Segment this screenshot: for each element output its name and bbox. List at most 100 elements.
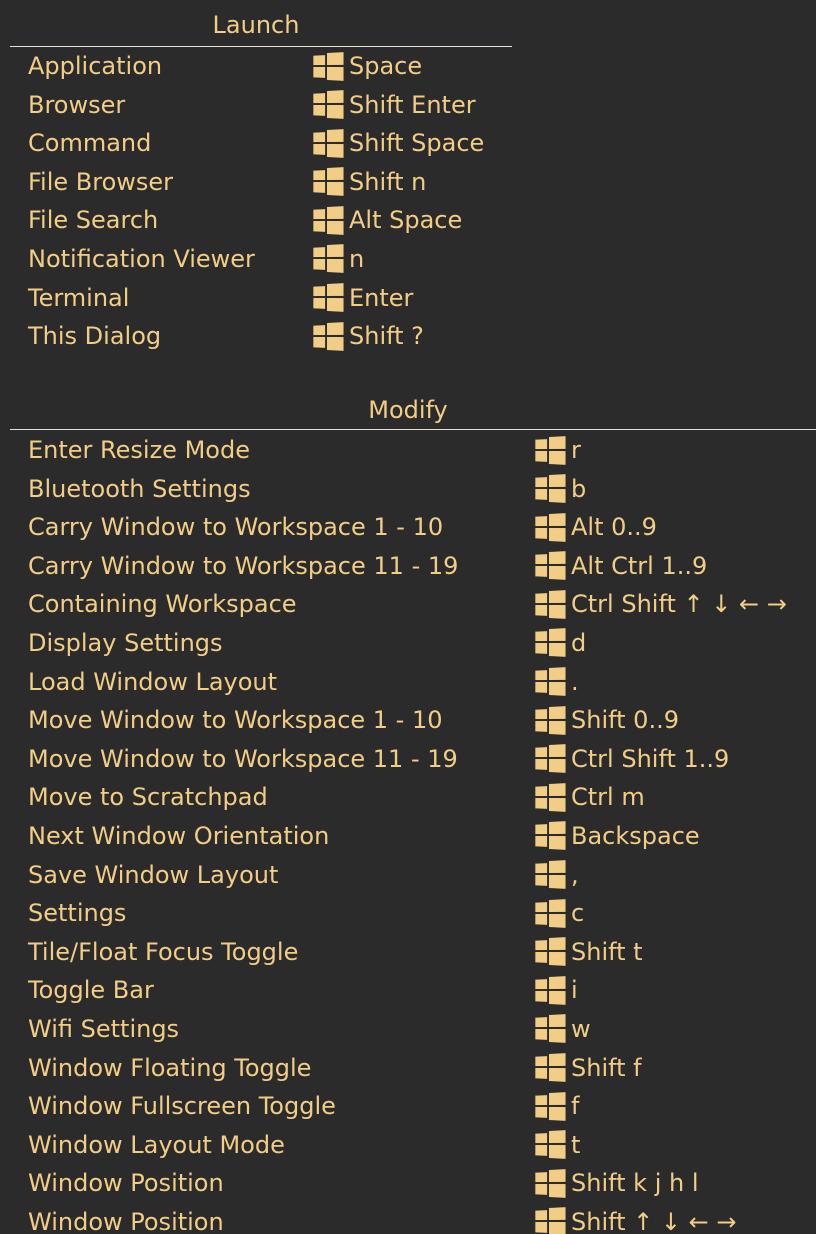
- shortcut-keys: Shift n: [312, 164, 426, 200]
- shortcut-row: Move Window to Workspace 1 - 10 Shift 0..…: [0, 700, 816, 739]
- shortcut-keys: Shift f: [534, 1050, 642, 1086]
- shortcut-action-label: Carry Window to Workspace 1 - 10: [28, 513, 444, 542]
- windows-logo-icon: [535, 589, 566, 619]
- shortcut-row: Containing Workspace Ctrl Shift ↑ ↓ ← →: [0, 584, 816, 623]
- shortcut-action-label: Window Floating Toggle: [28, 1053, 312, 1082]
- windows-logo-icon: [535, 667, 566, 696]
- windows-logo-icon: [535, 551, 566, 581]
- shortcut-action-label: Window Fullscreen Toggle: [28, 1092, 336, 1121]
- shortcut-keys: Enter: [312, 280, 413, 316]
- shortcut-keys: Ctrl m: [534, 779, 645, 815]
- shortcut-keys: n: [312, 241, 364, 277]
- shortcut-key-combo: ,: [571, 860, 579, 889]
- shortcut-action-label: Load Window Layout: [28, 667, 278, 696]
- shortcut-action-label: Wifi Settings: [28, 1014, 180, 1043]
- shortcut-key-combo: d: [571, 628, 587, 657]
- shortcut-action-label: Browser: [28, 90, 126, 119]
- shortcut-keys: Space: [312, 48, 422, 84]
- shortcut-key-combo: Alt 0..9: [571, 513, 657, 542]
- shortcut-action-label: Settings: [28, 899, 127, 928]
- windows-logo-icon: [535, 898, 566, 928]
- windows-logo-icon: [313, 205, 344, 235]
- shortcut-action-label: Enter Resize Mode: [28, 436, 250, 464]
- shortcut-row: Window Floating Toggle Shift f: [0, 1048, 816, 1087]
- shortcut-action-label: Move Window to Workspace 1 - 10: [28, 706, 443, 735]
- shortcut-key-combo: Shift k j h l: [571, 1169, 699, 1198]
- shortcut-key-combo: b: [571, 474, 587, 503]
- windows-logo-icon: [535, 937, 566, 967]
- shortcut-row: Save Window Layout,: [0, 855, 816, 894]
- shortcut-key-combo: Ctrl Shift 1..9: [571, 744, 730, 773]
- windows-logo-icon: [535, 1053, 566, 1082]
- shortcut-key-combo: i: [571, 976, 578, 1005]
- shortcut-keys: Alt 0..9: [534, 509, 657, 545]
- shortcut-row: Display Settings d: [0, 623, 816, 662]
- shortcut-keys: Shift Space: [312, 125, 484, 161]
- shortcut-row: Tile/Float Focus Toggle Shift t: [0, 932, 816, 971]
- shortcut-keys: Shift ?: [312, 318, 424, 354]
- shortcut-row: Toggle Bar i: [0, 970, 816, 1009]
- shortcut-action-label: Move to Scratchpad: [28, 783, 268, 812]
- shortcut-action-label: Containing Workspace: [28, 590, 297, 619]
- shortcut-key-combo: Shift f: [571, 1053, 642, 1082]
- shortcut-action-label: Display Settings: [28, 628, 223, 657]
- shortcut-row: Command Shift Space: [0, 123, 512, 162]
- shortcut-key-combo: w: [571, 1014, 591, 1043]
- shortcut-action-label: Command: [28, 129, 152, 158]
- shortcut-action-label: Next Window Orientation: [28, 821, 330, 850]
- shortcut-key-combo: Ctrl m: [571, 783, 645, 812]
- windows-logo-icon: [535, 782, 566, 812]
- shortcut-keys: t: [534, 1127, 580, 1163]
- shortcut-key-combo: f: [571, 1092, 580, 1121]
- shortcut-key-combo: Enter: [349, 283, 414, 312]
- shortcut-key-combo: r: [571, 436, 581, 464]
- shortcut-key-combo: Space: [349, 52, 423, 80]
- shortcut-row: Window Fullscreen Toggle f: [0, 1086, 816, 1125]
- windows-logo-icon: [535, 435, 566, 465]
- windows-logo-icon: [313, 128, 344, 158]
- shortcut-row: Bluetooth Settings b: [0, 469, 816, 508]
- shortcut-key-combo: Shift ↑ ↓ ← →: [571, 1207, 737, 1234]
- windows-logo-icon: [535, 821, 566, 851]
- shortcut-key-combo: t: [571, 1130, 581, 1159]
- shortcut-action-label: Notification Viewer: [28, 244, 255, 273]
- shortcut-action-label: Window Position: [28, 1207, 224, 1234]
- windows-logo-icon: [535, 975, 566, 1005]
- shortcut-row: Load Window Layout.: [0, 662, 816, 701]
- windows-logo-icon: [535, 474, 566, 503]
- shortcut-row: Terminal Enter: [0, 278, 512, 317]
- shortcut-action-label: Window Layout Mode: [28, 1130, 285, 1159]
- shortcut-row: Next Window Orientation Backspace: [0, 816, 816, 855]
- shortcut-row: Notification Viewer n: [0, 239, 512, 278]
- shortcut-row: File Browser Shift n: [0, 162, 512, 201]
- windows-logo-icon: [535, 860, 566, 889]
- windows-logo-icon: [313, 51, 344, 81]
- shortcut-keys: Backspace: [534, 818, 700, 854]
- launch-section-title: Launch: [212, 11, 300, 39]
- shortcut-key-combo: Shift 0..9: [571, 706, 679, 735]
- shortcut-row: Carry Window to Workspace 1 - 10 Alt 0..9: [0, 507, 816, 546]
- shortcut-action-label: File Browser: [28, 167, 174, 196]
- shortcut-action-label: Window Position: [28, 1169, 224, 1198]
- shortcut-row: Settings c: [0, 893, 816, 932]
- shortcut-key-combo: Shift t: [571, 937, 643, 966]
- shortcut-keys: Shift 0..9: [534, 702, 679, 738]
- windows-logo-icon: [535, 1014, 566, 1044]
- shortcut-key-combo: c: [571, 899, 585, 928]
- shortcut-keys: r: [534, 432, 581, 468]
- windows-logo-icon: [535, 1091, 566, 1121]
- shortcut-keys: Ctrl Shift 1..9: [534, 741, 729, 777]
- shortcut-action-label: This Dialog: [28, 322, 162, 351]
- shortcut-row: File Search Alt Space: [0, 200, 512, 239]
- shortcut-keys: Shift k j h l: [534, 1165, 699, 1201]
- windows-logo-icon: [535, 1130, 566, 1160]
- windows-logo-icon: [313, 283, 344, 312]
- shortcut-keys: w: [534, 1011, 591, 1047]
- windows-logo-icon: [313, 167, 344, 197]
- windows-logo-icon: [313, 90, 344, 119]
- shortcut-row: Window Layout Mode t: [0, 1125, 816, 1164]
- windows-logo-icon: [535, 628, 566, 658]
- shortcut-row: Window Position Shift k j h l: [0, 1163, 816, 1202]
- shortcut-action-label: File Search: [28, 206, 159, 235]
- shortcut-keys: Shift Enter: [312, 87, 476, 123]
